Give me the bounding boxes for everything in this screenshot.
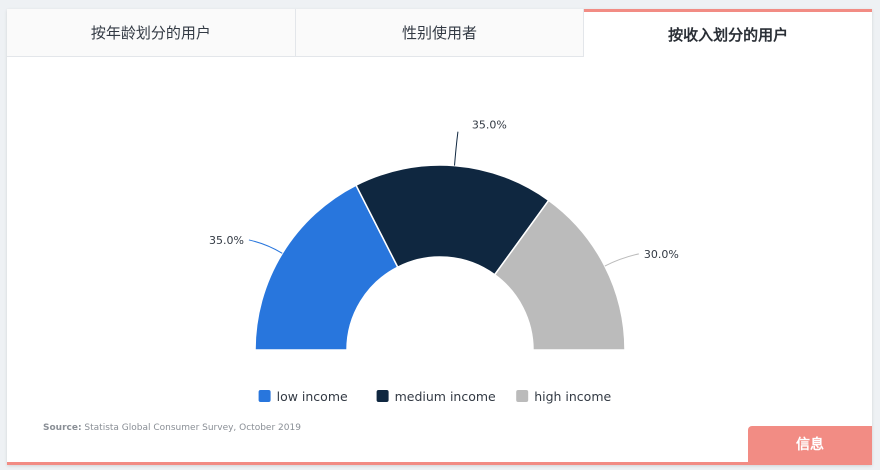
legend-label: medium income [395,389,496,404]
tab-users-by-age[interactable]: 按年龄划分的用户 [7,9,296,57]
legend-item-low-income[interactable]: low income [258,389,348,404]
chart-legend: low income medium income high income [258,389,612,404]
tab-bar: 按年龄划分的用户 性别使用者 按收入划分的用户 [7,9,872,57]
tab-users-by-income[interactable]: 按收入划分的用户 [584,9,872,57]
source-prefix: Source: [43,423,82,433]
legend-item-high-income[interactable]: high income [516,389,612,404]
data-label: 35.0% [209,234,244,247]
legend-swatch [376,390,389,402]
legend-label: low income [277,389,348,404]
leader-line [604,253,639,267]
tab-users-by-gender[interactable]: 性别使用者 [295,9,585,57]
data-label: 35.0% [472,119,507,132]
income-donut-chart: 35.0% 35.0% 30.0% low income medium income h… [209,119,679,404]
source-text: Statista Global Consumer Survey, October… [81,423,301,433]
chart-slices [254,164,626,351]
info-button[interactable]: 信息 [748,426,872,462]
source-note: Source: Statista Global Consumer Survey,… [43,423,301,433]
chart-card: 按年龄划分的用户 性别使用者 按收入划分的用户 35.0% 35.0% 30.0% … [7,9,872,465]
data-label: 30.0% [644,248,679,261]
legend-swatch [516,390,529,402]
legend-item-medium-income[interactable]: medium income [376,389,496,404]
legend-swatch [258,390,271,402]
leader-line [454,131,459,166]
leader-line [248,239,283,254]
legend-label: high income [534,389,611,404]
